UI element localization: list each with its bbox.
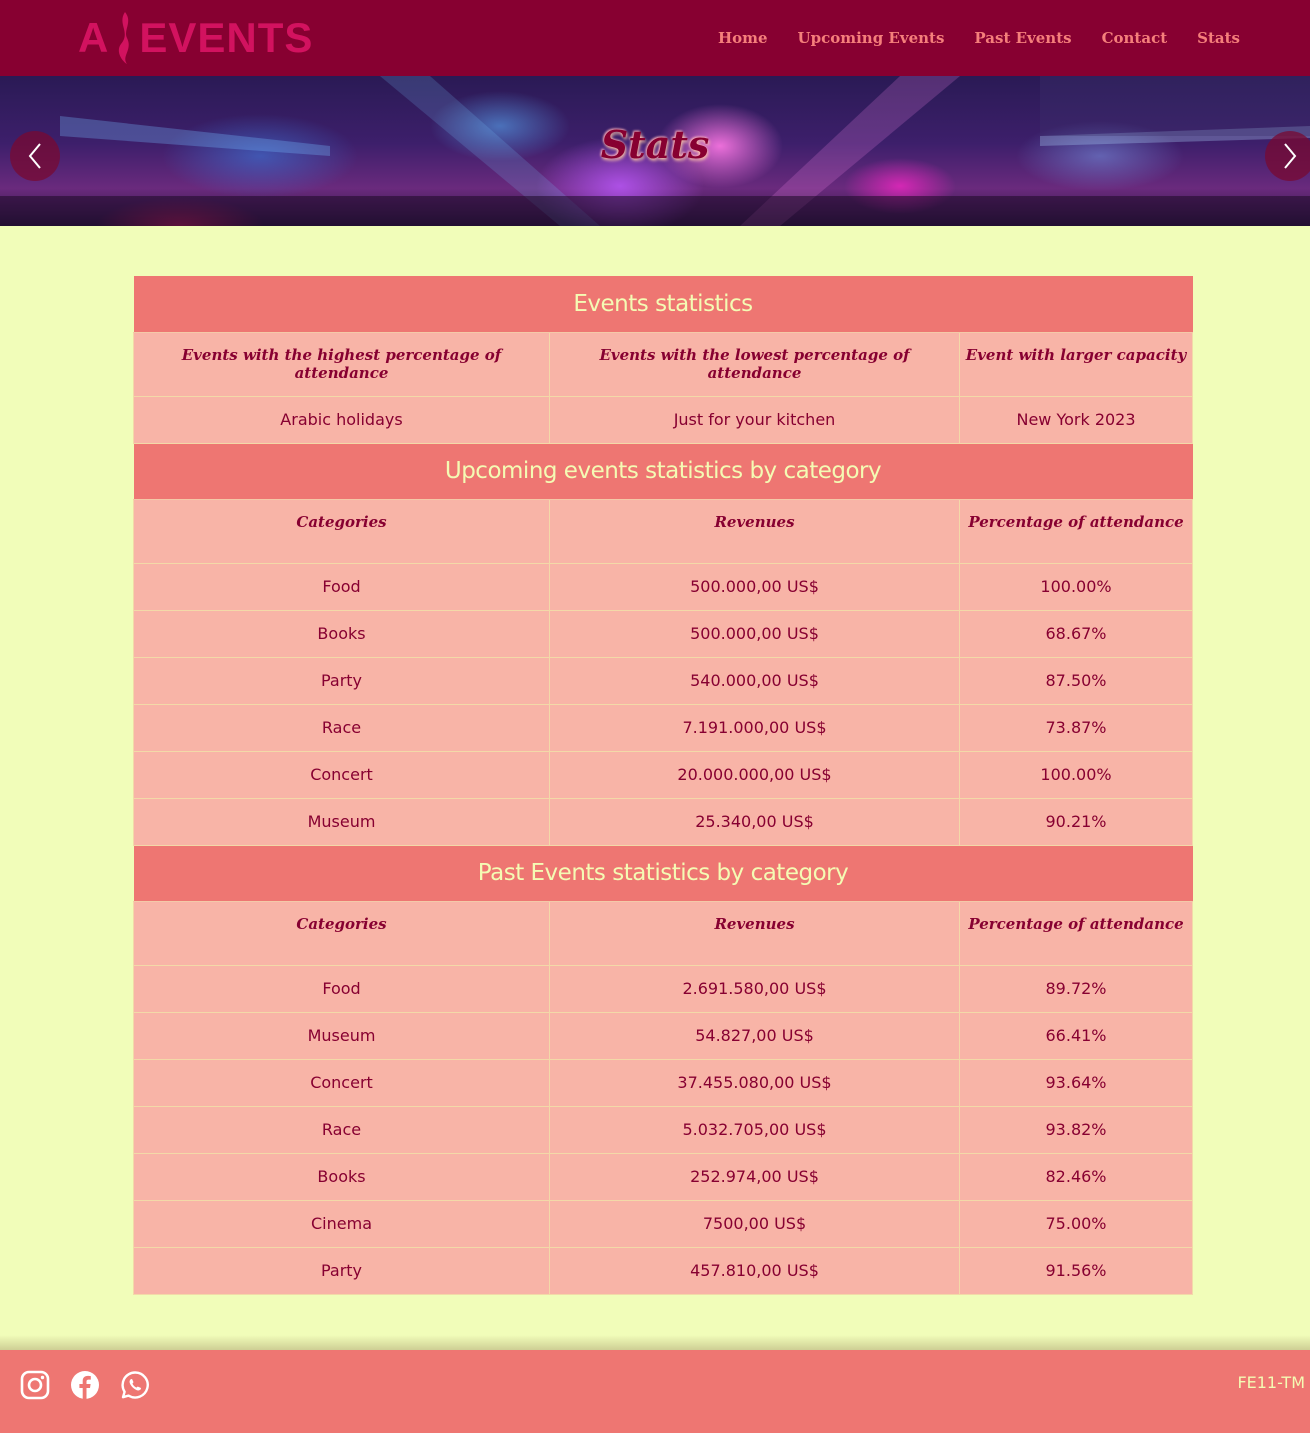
revenue-cell: 2.691.580,00 US$	[549, 964, 960, 1013]
revenue-cell: 37.455.080,00 US$	[549, 1058, 960, 1107]
revenue-cell: 500.000,00 US$	[549, 562, 960, 611]
events-statistics-heading: Events statistics	[133, 276, 1193, 333]
revenue-cell: 500.000,00 US$	[549, 609, 960, 658]
page-title: Stats	[600, 122, 710, 167]
category-cell: Race	[133, 703, 550, 752]
revenue-cell: 54.827,00 US$	[549, 1011, 960, 1060]
revenue-cell: 7500,00 US$	[549, 1199, 960, 1248]
logo-text: EVENTS	[139, 14, 314, 61]
category-cell: Books	[133, 1152, 550, 1201]
table-row: Party 457.810,00 US$ 91.56%	[133, 1246, 1194, 1295]
chevron-right-icon	[1284, 143, 1297, 169]
hero-carousel: Stats	[0, 76, 1310, 226]
revenue-cell: 7.191.000,00 US$	[549, 703, 960, 752]
past-statistics-heading: Past Events statistics by category	[133, 845, 1193, 902]
column-header-revenues: Revenues	[549, 901, 960, 966]
revenue-cell: 25.340,00 US$	[549, 797, 960, 846]
column-header: Event with larger capacity	[958, 332, 1194, 397]
attendance-cell: 91.56%	[958, 1246, 1194, 1295]
flame-icon	[119, 12, 130, 64]
nav-home[interactable]: Home	[718, 29, 768, 47]
stats-table: Events statistics Events with the highes…	[133, 276, 1194, 1295]
instagram-icon[interactable]	[20, 1370, 50, 1400]
site-logo[interactable]: A EVENTS	[78, 8, 313, 68]
nav-past-events[interactable]: Past Events	[974, 29, 1071, 47]
category-cell: Party	[133, 656, 550, 705]
column-header-categories: Categories	[133, 901, 550, 966]
table-row: Museum 25.340,00 US$ 90.21%	[133, 797, 1194, 846]
revenue-cell: 5.032.705,00 US$	[549, 1105, 960, 1154]
table-row: Food 500.000,00 US$ 100.00%	[133, 562, 1194, 611]
upcoming-statistics-heading: Upcoming events statistics by category	[133, 443, 1193, 500]
highest-attendance-event: Arabic holidays	[133, 395, 550, 444]
category-cell: Museum	[133, 1011, 550, 1060]
attendance-cell: 100.00%	[958, 750, 1194, 799]
attendance-cell: 90.21%	[958, 797, 1194, 846]
revenue-cell: 20.000.000,00 US$	[549, 750, 960, 799]
logo-letter-a: A	[78, 14, 110, 61]
category-cell: Party	[133, 1246, 550, 1295]
table-row: Concert 37.455.080,00 US$ 93.64%	[133, 1058, 1194, 1107]
attendance-cell: 75.00%	[958, 1199, 1194, 1248]
category-cell: Race	[133, 1105, 550, 1154]
attendance-cell: 82.46%	[958, 1152, 1194, 1201]
category-cell: Food	[133, 562, 550, 611]
table-row: Books 252.974,00 US$ 82.46%	[133, 1152, 1194, 1201]
attendance-cell: 66.41%	[958, 1011, 1194, 1060]
column-header-categories: Categories	[133, 499, 550, 564]
table-row: Concert 20.000.000,00 US$ 100.00%	[133, 750, 1194, 799]
table-row: Race 5.032.705,00 US$ 93.82%	[133, 1105, 1194, 1154]
column-header: Events with the highest percentage of at…	[133, 332, 550, 397]
site-footer: FE11-TM	[0, 1350, 1310, 1433]
table-row: Party 540.000,00 US$ 87.50%	[133, 656, 1194, 705]
stats-container: Events statistics Events with the highes…	[133, 276, 1194, 1295]
category-cell: Museum	[133, 797, 550, 846]
revenue-cell: 252.974,00 US$	[549, 1152, 960, 1201]
attendance-cell: 89.72%	[958, 964, 1194, 1013]
table-row: Race 7.191.000,00 US$ 73.87%	[133, 703, 1194, 752]
nav-upcoming-events[interactable]: Upcoming Events	[798, 29, 945, 47]
revenue-cell: 540.000,00 US$	[549, 656, 960, 705]
whatsapp-icon[interactable]	[120, 1370, 150, 1400]
footer-shadow	[0, 1335, 1310, 1350]
carousel-next-button[interactable]	[1265, 131, 1310, 181]
attendance-cell: 68.67%	[958, 609, 1194, 658]
column-header-attendance: Percentage of attendance	[958, 901, 1194, 966]
table-row: Cinema 7500,00 US$ 75.00%	[133, 1199, 1194, 1248]
column-header-attendance: Percentage of attendance	[958, 499, 1194, 564]
attendance-cell: 93.82%	[958, 1105, 1194, 1154]
category-cell: Food	[133, 964, 550, 1013]
category-cell: Books	[133, 609, 550, 658]
lowest-attendance-event: Just for your kitchen	[549, 395, 960, 444]
category-cell: Cinema	[133, 1199, 550, 1248]
attendance-cell: 87.50%	[958, 656, 1194, 705]
facebook-icon[interactable]	[70, 1370, 100, 1400]
nav-stats[interactable]: Stats	[1197, 29, 1240, 47]
footer-credit: FE11-TM	[1237, 1373, 1305, 1392]
attendance-cell: 73.87%	[958, 703, 1194, 752]
social-links	[20, 1370, 150, 1400]
revenue-cell: 457.810,00 US$	[549, 1246, 960, 1295]
column-header: Events with the lowest percentage of att…	[549, 332, 960, 397]
nav-contact[interactable]: Contact	[1102, 29, 1168, 47]
largest-capacity-event: New York 2023	[958, 395, 1194, 444]
main-nav: Home Upcoming Events Past Events Contact…	[688, 0, 1240, 76]
column-header-revenues: Revenues	[549, 499, 960, 564]
attendance-cell: 93.64%	[958, 1058, 1194, 1107]
table-row: Books 500.000,00 US$ 68.67%	[133, 609, 1194, 658]
site-header: A EVENTS Home Upcoming Events Past Event…	[0, 0, 1310, 76]
category-cell: Concert	[133, 750, 550, 799]
table-row: Museum 54.827,00 US$ 66.41%	[133, 1011, 1194, 1060]
table-row: Food 2.691.580,00 US$ 89.72%	[133, 964, 1194, 1013]
category-cell: Concert	[133, 1058, 550, 1107]
attendance-cell: 100.00%	[958, 562, 1194, 611]
